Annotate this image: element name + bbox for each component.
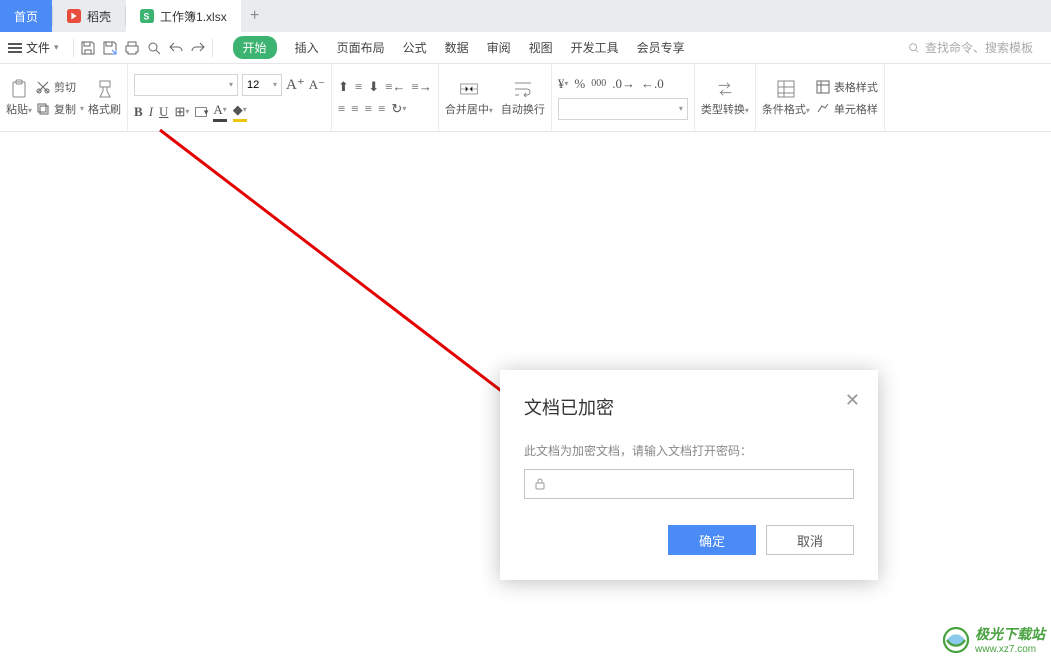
password-field-wrapper bbox=[524, 469, 854, 499]
table-style-button[interactable]: 表格样式 bbox=[816, 79, 878, 95]
decimal-dec-icon[interactable]: ←.0 bbox=[641, 76, 664, 92]
save-as-icon[interactable] bbox=[102, 40, 118, 56]
watermark-logo-icon bbox=[941, 625, 971, 655]
ribbon-tab-member[interactable]: 会员专享 bbox=[637, 39, 685, 56]
format-painter-button[interactable]: 格式刷 bbox=[88, 79, 121, 117]
watermark-title: 极光下载站 bbox=[975, 624, 1045, 644]
align-bottom-icon[interactable]: ⬇ bbox=[368, 79, 379, 95]
ribbon-tab-review[interactable]: 审阅 bbox=[487, 39, 511, 56]
increase-font-icon[interactable]: A⁺ bbox=[286, 75, 305, 94]
align-center-icon[interactable]: ≡ bbox=[351, 101, 358, 117]
font-color-icon[interactable]: A▾ bbox=[213, 102, 226, 122]
indent-left-icon[interactable]: ≡← bbox=[385, 79, 405, 95]
dialog-message: 此文档为加密文档，请输入文档打开密码： bbox=[524, 442, 854, 459]
quick-access bbox=[80, 40, 206, 56]
underline-icon[interactable]: U bbox=[159, 104, 168, 120]
decrease-font-icon[interactable]: A⁻ bbox=[309, 77, 325, 93]
cut-button[interactable]: 剪切 bbox=[36, 79, 84, 95]
orientation-icon[interactable]: ↻▾ bbox=[391, 101, 406, 117]
ribbon-tab-view[interactable]: 视图 bbox=[529, 39, 553, 56]
highlight-icon[interactable]: ◆▾ bbox=[233, 102, 247, 122]
paste-button[interactable]: 粘贴▾ bbox=[6, 79, 32, 117]
new-tab-button[interactable]: + bbox=[241, 0, 269, 32]
align-left-icon[interactable]: ≡ bbox=[338, 101, 345, 117]
align-top-icon[interactable]: ⬆ bbox=[338, 79, 349, 95]
type-convert-button[interactable]: 类型转换▾ bbox=[701, 79, 749, 117]
tab-home[interactable]: 首页 bbox=[0, 0, 52, 32]
decimal-inc-icon[interactable]: .0→ bbox=[612, 76, 635, 92]
command-search[interactable]: 查找命令、搜索模板 bbox=[907, 39, 1033, 56]
daoke-icon bbox=[67, 9, 81, 23]
lock-icon bbox=[533, 477, 547, 491]
preview-icon[interactable] bbox=[146, 40, 162, 56]
password-input[interactable] bbox=[553, 477, 845, 492]
align-justify-icon[interactable]: ≡ bbox=[378, 101, 385, 117]
bold-icon[interactable]: B bbox=[134, 104, 143, 120]
hamburger-icon[interactable] bbox=[8, 41, 22, 55]
indent-right-icon[interactable]: ≡→ bbox=[412, 79, 432, 95]
redo-icon[interactable] bbox=[190, 40, 206, 56]
save-icon[interactable] bbox=[80, 40, 96, 56]
watermark-url: www.xz7.com bbox=[975, 644, 1045, 655]
wrap-text-button[interactable]: 自动换行 bbox=[501, 79, 545, 117]
borders-icon[interactable]: ⊞▾ bbox=[174, 104, 189, 120]
close-icon[interactable]: ✕ bbox=[845, 390, 860, 411]
search-icon bbox=[907, 41, 921, 55]
ribbon-tab-start[interactable]: 开始 bbox=[233, 36, 277, 59]
fill-color-icon[interactable]: ▾ bbox=[195, 107, 207, 117]
ribbon-tab-layout[interactable]: 页面布局 bbox=[337, 39, 385, 56]
italic-icon[interactable]: I bbox=[149, 104, 153, 120]
password-dialog: 文档已加密 ✕ 此文档为加密文档，请输入文档打开密码： 确定 取消 bbox=[500, 370, 878, 580]
font-family-combo[interactable]: ▾ bbox=[134, 74, 238, 96]
ok-button[interactable]: 确定 bbox=[668, 525, 756, 555]
spreadsheet-icon: S bbox=[140, 9, 154, 23]
tab-workbook[interactable]: S 工作簿1.xlsx bbox=[126, 0, 241, 32]
print-icon[interactable] bbox=[124, 40, 140, 56]
align-middle-icon[interactable]: ≡ bbox=[355, 79, 362, 95]
undo-icon[interactable] bbox=[168, 40, 184, 56]
comma-icon[interactable]: 000 bbox=[591, 78, 606, 89]
merge-center-button[interactable]: 合并居中▾ bbox=[445, 79, 493, 117]
copy-button[interactable]: 复制▾ bbox=[36, 101, 84, 117]
align-right-icon[interactable]: ≡ bbox=[365, 101, 372, 117]
ribbon-tabs: 开始 插入 页面布局 公式 数据 审阅 视图 开发工具 会员专享 bbox=[233, 36, 685, 59]
ribbon-tab-data[interactable]: 数据 bbox=[445, 39, 469, 56]
watermark: 极光下载站 www.xz7.com bbox=[941, 624, 1045, 655]
cancel-button[interactable]: 取消 bbox=[766, 525, 854, 555]
conditional-format-button[interactable]: 条件格式▾ bbox=[762, 79, 810, 117]
window-tabs: 首页 稻壳 S 工作簿1.xlsx + bbox=[0, 0, 1051, 32]
tab-daoke[interactable]: 稻壳 bbox=[53, 0, 125, 32]
ribbon-toolbar: 粘贴▾ 剪切 复制▾ 格式刷 ▾ 12▾ A⁺ A⁻ B I U ⊞▾ ▾ A▾… bbox=[0, 64, 1051, 132]
number-format-combo[interactable]: ▾ bbox=[558, 98, 688, 120]
ribbon-tab-formula[interactable]: 公式 bbox=[403, 39, 427, 56]
chevron-down-icon[interactable]: ▾ bbox=[54, 42, 59, 53]
file-menu[interactable]: 文件 bbox=[26, 39, 50, 56]
font-size-combo[interactable]: 12▾ bbox=[242, 74, 282, 96]
percent-icon[interactable]: % bbox=[574, 76, 585, 92]
currency-icon[interactable]: ¥▾ bbox=[558, 76, 569, 92]
menubar: 文件 ▾ 开始 插入 页面布局 公式 数据 审阅 视图 开发工具 会员专享 查找… bbox=[0, 32, 1051, 64]
ribbon-tab-insert[interactable]: 插入 bbox=[295, 39, 319, 56]
ribbon-tab-devtools[interactable]: 开发工具 bbox=[571, 39, 619, 56]
svg-text:S: S bbox=[144, 12, 150, 22]
dialog-title: 文档已加密 bbox=[524, 394, 854, 420]
cell-style-button[interactable]: 单元格样 bbox=[816, 101, 878, 117]
